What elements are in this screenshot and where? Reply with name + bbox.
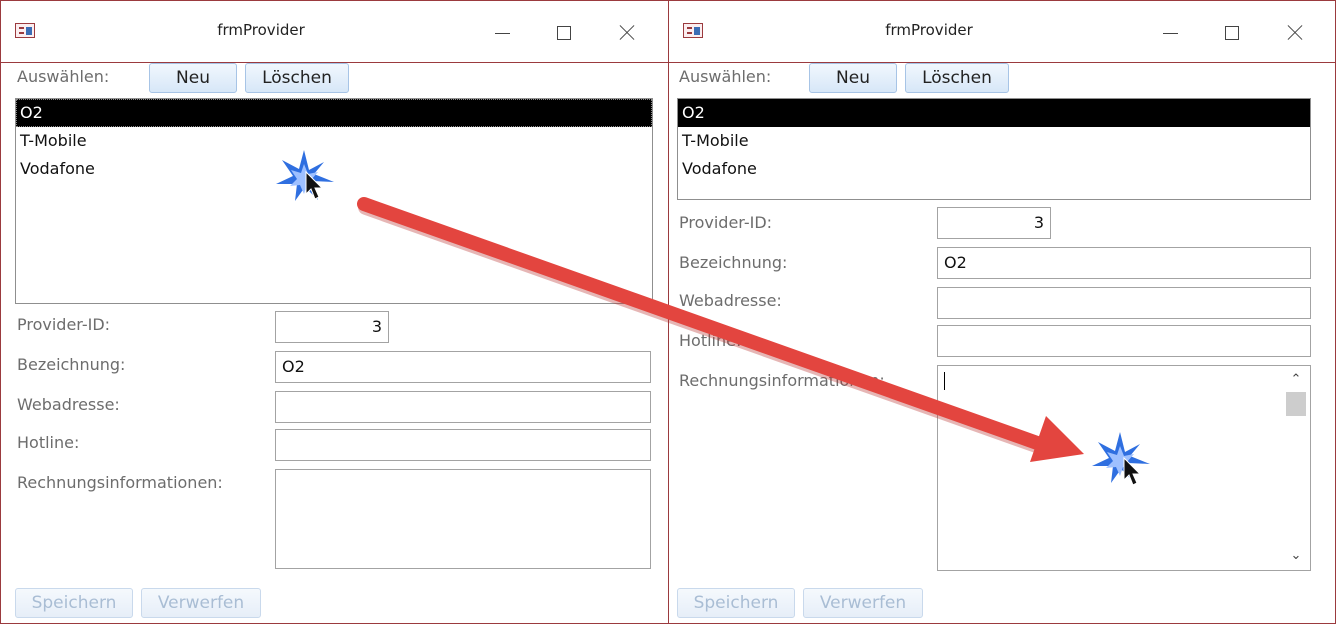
- scroll-down-icon[interactable]: ⌄: [1284, 544, 1308, 568]
- provider-listbox[interactable]: O2 T-Mobile Vodafone: [677, 98, 1311, 200]
- provider-id-field[interactable]: 3: [937, 207, 1051, 239]
- window-title: frmProvider: [217, 21, 305, 39]
- web-label: Webadresse:: [679, 291, 782, 310]
- list-item[interactable]: Vodafone: [16, 155, 652, 183]
- save-button[interactable]: Speichern: [677, 588, 795, 618]
- name-label: Bezeichnung:: [17, 355, 126, 374]
- text-caret: [944, 372, 945, 390]
- hotline-field[interactable]: [937, 325, 1311, 357]
- minimize-icon[interactable]: [1147, 15, 1193, 49]
- maximize-icon[interactable]: [1209, 15, 1255, 49]
- discard-button[interactable]: Verwerfen: [141, 588, 261, 618]
- billing-label: Rechnungsinformationen:: [679, 371, 885, 390]
- delete-button[interactable]: Löschen: [905, 63, 1009, 93]
- delete-button[interactable]: Löschen: [245, 63, 349, 93]
- list-item[interactable]: T-Mobile: [678, 127, 1310, 155]
- list-item[interactable]: Vodafone: [678, 155, 1310, 183]
- list-item[interactable]: T-Mobile: [16, 127, 652, 155]
- name-field[interactable]: O2: [937, 247, 1311, 279]
- new-button[interactable]: Neu: [149, 63, 237, 93]
- web-field[interactable]: [937, 287, 1311, 319]
- window-title: frmProvider: [885, 21, 973, 39]
- vertical-scrollbar[interactable]: ⌃ ⌄: [1284, 368, 1308, 568]
- close-icon[interactable]: [603, 15, 649, 49]
- web-label: Webadresse:: [17, 395, 120, 414]
- minimize-icon[interactable]: [479, 15, 525, 49]
- form-window-before: frmProvider Auswählen: Neu Löschen O2 T-…: [0, 0, 670, 624]
- web-field[interactable]: [275, 391, 651, 423]
- title-bar[interactable]: frmProvider: [1, 1, 669, 63]
- provider-id-field[interactable]: 3: [275, 311, 389, 343]
- name-field[interactable]: O2: [275, 351, 651, 383]
- new-button[interactable]: Neu: [809, 63, 897, 93]
- provider-id-label: Provider-ID:: [17, 315, 111, 334]
- list-item[interactable]: O2: [678, 99, 1310, 127]
- provider-id-label: Provider-ID:: [679, 213, 773, 232]
- close-icon[interactable]: [1271, 15, 1317, 49]
- name-label: Bezeichnung:: [679, 253, 788, 272]
- billing-field[interactable]: [275, 469, 651, 569]
- scroll-thumb[interactable]: [1286, 392, 1306, 416]
- scroll-up-icon[interactable]: ⌃: [1284, 368, 1308, 392]
- provider-listbox[interactable]: O2 T-Mobile Vodafone: [15, 98, 653, 304]
- title-bar[interactable]: frmProvider: [669, 1, 1335, 63]
- list-item[interactable]: O2: [16, 99, 652, 127]
- hotline-label: Hotline:: [679, 331, 742, 350]
- select-label: Auswählen:: [17, 67, 110, 86]
- form-window-after: frmProvider Auswählen: Neu Löschen O2 T-…: [668, 0, 1336, 624]
- save-button[interactable]: Speichern: [15, 588, 133, 618]
- discard-button[interactable]: Verwerfen: [803, 588, 923, 618]
- hotline-label: Hotline:: [17, 433, 80, 452]
- billing-label: Rechnungsinformationen:: [17, 473, 223, 492]
- hotline-field[interactable]: [275, 429, 651, 461]
- maximize-icon[interactable]: [541, 15, 587, 49]
- select-label: Auswählen:: [679, 67, 772, 86]
- billing-field[interactable]: ⌃ ⌄: [937, 365, 1311, 571]
